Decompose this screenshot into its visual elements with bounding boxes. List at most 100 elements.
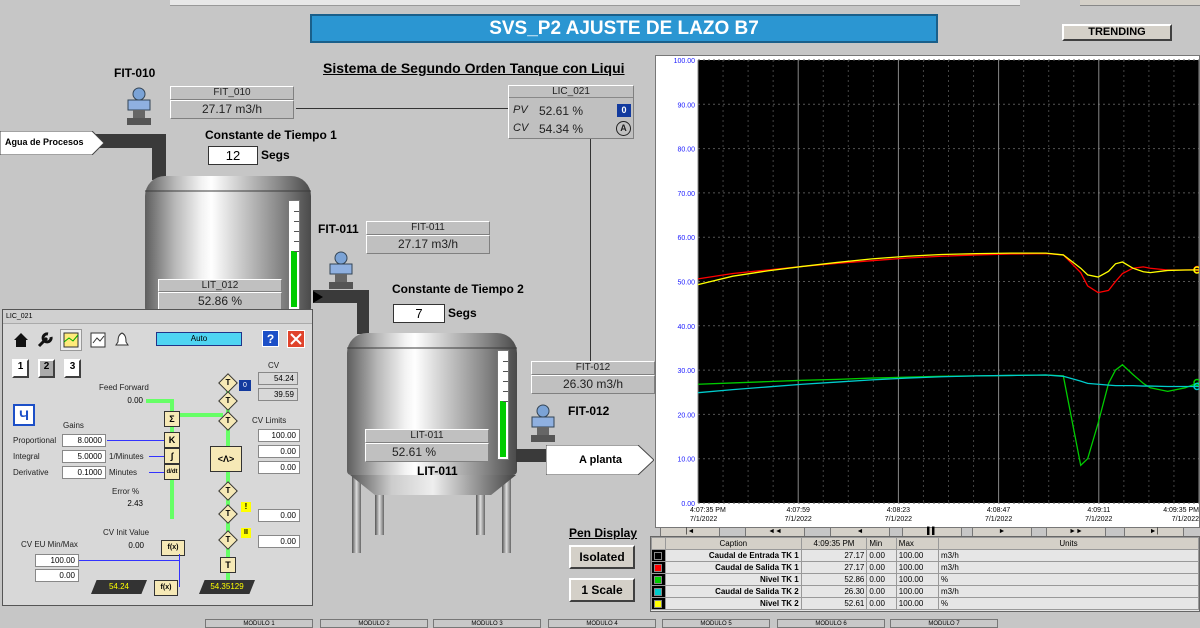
table-row[interactable]: Caudal de Entrada TK 1 27.17 0.00 100.00… xyxy=(651,549,1199,562)
table-row[interactable]: Caudal de Salida TK 1 27.17 0.00 100.00 … xyxy=(651,561,1199,574)
pen-units: % xyxy=(938,573,1199,586)
wrench-icon[interactable] xyxy=(36,331,54,349)
tuning-icon[interactable] xyxy=(60,329,82,351)
cv-eu-min-input[interactable]: 0.00 xyxy=(35,569,79,582)
close-icon[interactable] xyxy=(287,330,305,348)
limit-block: <Λ> xyxy=(210,446,242,472)
pen-caption: Caudal de Salida TK 2 xyxy=(665,585,802,598)
y-tick-label: 80.00 xyxy=(677,147,695,154)
warning-icon: ! xyxy=(241,502,251,512)
flow-transmitter-icon[interactable] xyxy=(528,403,558,443)
module-tab-2[interactable]: MODULO 2 xyxy=(320,619,428,628)
tc2-input[interactable]: 7 xyxy=(393,304,445,323)
one-scale-button[interactable]: 1 Scale xyxy=(569,578,635,602)
pid-icon: Ч xyxy=(13,404,35,426)
flow-transmitter-icon[interactable] xyxy=(326,250,356,290)
lic021-cv-label: CV xyxy=(513,122,529,134)
lic021-cv-value: 54.34 % xyxy=(539,122,584,136)
module-tab-1[interactable]: MODULO 1 xyxy=(205,619,313,628)
derivative-input[interactable]: 0.1000 xyxy=(62,466,106,479)
x-tick-date: 7/1/2022 xyxy=(1085,516,1112,523)
pen-caption: Nivel TK 1 xyxy=(665,573,802,586)
mode-indicator: Auto xyxy=(156,332,242,346)
module-tab-4[interactable]: MODULO 4 xyxy=(548,619,656,628)
cv-init-input[interactable]: 0.00 xyxy=(97,540,147,553)
pen-value: 27.17 xyxy=(800,561,868,574)
faceplate-tab-3[interactable]: 3 xyxy=(64,359,81,378)
top-window-strip xyxy=(170,0,1020,6)
cv-limit-lo[interactable]: 0.00 xyxy=(258,445,300,458)
table-row[interactable]: Nivel TK 2 52.61 0.00 100.00 % xyxy=(651,597,1199,610)
module-tab-5[interactable]: MODULO 5 xyxy=(662,619,770,628)
y-tick-label: 100.00 xyxy=(674,58,696,65)
trend-chart[interactable]: 100.00 90.00 80.00 70.00 60.00 50.00 40.00 30.0… xyxy=(655,55,1200,528)
derivative-block: d/dt xyxy=(164,464,180,480)
flow-transmitter-icon[interactable] xyxy=(124,86,154,126)
table-header-row: Caption 4:09:35 PM Min Max Units xyxy=(651,537,1199,550)
table-row[interactable]: Nivel TK 1 52.86 0.00 100.00 % xyxy=(651,573,1199,586)
pen-color-swatch xyxy=(651,597,666,610)
x-tick-time: 4:09:35 PM xyxy=(1163,507,1199,514)
lic021-pv-badge: 0 xyxy=(617,104,631,117)
fit011-tag: FIT-011 xyxy=(318,222,359,236)
fx-block: f(x) xyxy=(154,580,178,596)
integral-input[interactable]: 5.0000 xyxy=(62,450,106,463)
top-right-strip xyxy=(1080,0,1200,6)
cv-limit-hi[interactable]: 100.00 xyxy=(258,429,300,442)
trend-chart-svg[interactable]: 100.00 90.00 80.00 70.00 60.00 50.00 40.00 30.0… xyxy=(656,56,1200,527)
pen-legend-table[interactable]: Caption 4:09:35 PM Min Max Units Caudal … xyxy=(650,536,1200,612)
roc-input[interactable]: 0.00 xyxy=(258,509,300,522)
tc1-unit: Segs xyxy=(261,148,290,162)
help-button[interactable]: ? xyxy=(262,330,279,347)
lit011-box-label: LIT-011 xyxy=(365,429,489,443)
home-icon[interactable] xyxy=(12,331,30,349)
flow-arrow-icon xyxy=(313,290,323,303)
faceplate-tab-2[interactable]: 2 xyxy=(38,359,55,378)
lic021-pv-value: 52.61 % xyxy=(539,104,584,118)
cv-eu-max-input[interactable]: 100.00 xyxy=(35,554,79,567)
transfer-block: T xyxy=(218,504,238,524)
pen-color-swatch xyxy=(651,573,666,586)
faceplate-tab-1[interactable]: 1 xyxy=(12,359,29,378)
output-badge: 0 xyxy=(239,380,251,391)
isolated-button[interactable]: Isolated xyxy=(569,545,635,569)
col-units: Units xyxy=(938,537,1199,550)
cv-limit-rate[interactable]: 0.00 xyxy=(258,461,300,474)
y-tick-label: 20.00 xyxy=(677,412,695,419)
cv-init-label: CV Init Value xyxy=(103,528,150,537)
tc2-label: Constante de Tiempo 2 xyxy=(392,282,524,296)
error-value: 2.43 xyxy=(96,498,146,511)
pen-value: 52.86 xyxy=(800,573,868,586)
inlet-pipe-down xyxy=(152,134,166,180)
pen-max: 100.00 xyxy=(895,549,940,562)
trending-button[interactable]: TRENDING xyxy=(1062,24,1172,41)
table-row[interactable]: Caudal de Salida TK 2 26.30 0.00 100.00 … xyxy=(651,585,1199,598)
lic021-title: LIC_021 xyxy=(509,86,633,98)
x-tick-date: 7/1/2022 xyxy=(785,516,812,523)
module-tab-3[interactable]: MODULO 3 xyxy=(433,619,541,628)
pen-units: % xyxy=(938,597,1199,610)
module-tab-6[interactable]: MODULO 6 xyxy=(777,619,885,628)
fx-block: f(x) xyxy=(161,540,185,556)
proportional-input[interactable]: 8.0000 xyxy=(62,434,106,447)
tc1-input[interactable]: 12 xyxy=(208,146,258,165)
transfer-block: T xyxy=(218,530,238,550)
lic021-box[interactable]: LIC_021 PV 52.61 % 0 CV 54.34 % A xyxy=(508,85,634,139)
tank2-leg xyxy=(352,475,361,553)
pen-color-swatch xyxy=(651,585,666,598)
cv-output-right: 54.35129 xyxy=(199,580,255,594)
lic021-cv-badge: A xyxy=(616,121,631,136)
alarm-bell-icon[interactable] xyxy=(113,331,131,349)
module-tab-7[interactable]: MODULO 7 xyxy=(890,619,998,628)
ff-input[interactable]: 0.00 xyxy=(96,395,146,408)
faceplate-titlebar[interactable]: LIC_021 xyxy=(3,310,312,324)
lic021-faceplate-window[interactable]: LIC_021 Auto ? 1 2 3 Ч Feed Forward 0.00… xyxy=(2,309,313,606)
transfer-block: T xyxy=(218,411,238,431)
hold-input[interactable]: 0.00 xyxy=(258,535,300,548)
pen-color-swatch xyxy=(651,561,666,574)
pen-units: m3/h xyxy=(938,585,1199,598)
trend-icon[interactable] xyxy=(89,331,107,349)
integral-block: ∫ xyxy=(164,448,180,464)
y-tick-label: 90.00 xyxy=(677,102,695,109)
y-tick-label: 60.00 xyxy=(677,235,695,242)
